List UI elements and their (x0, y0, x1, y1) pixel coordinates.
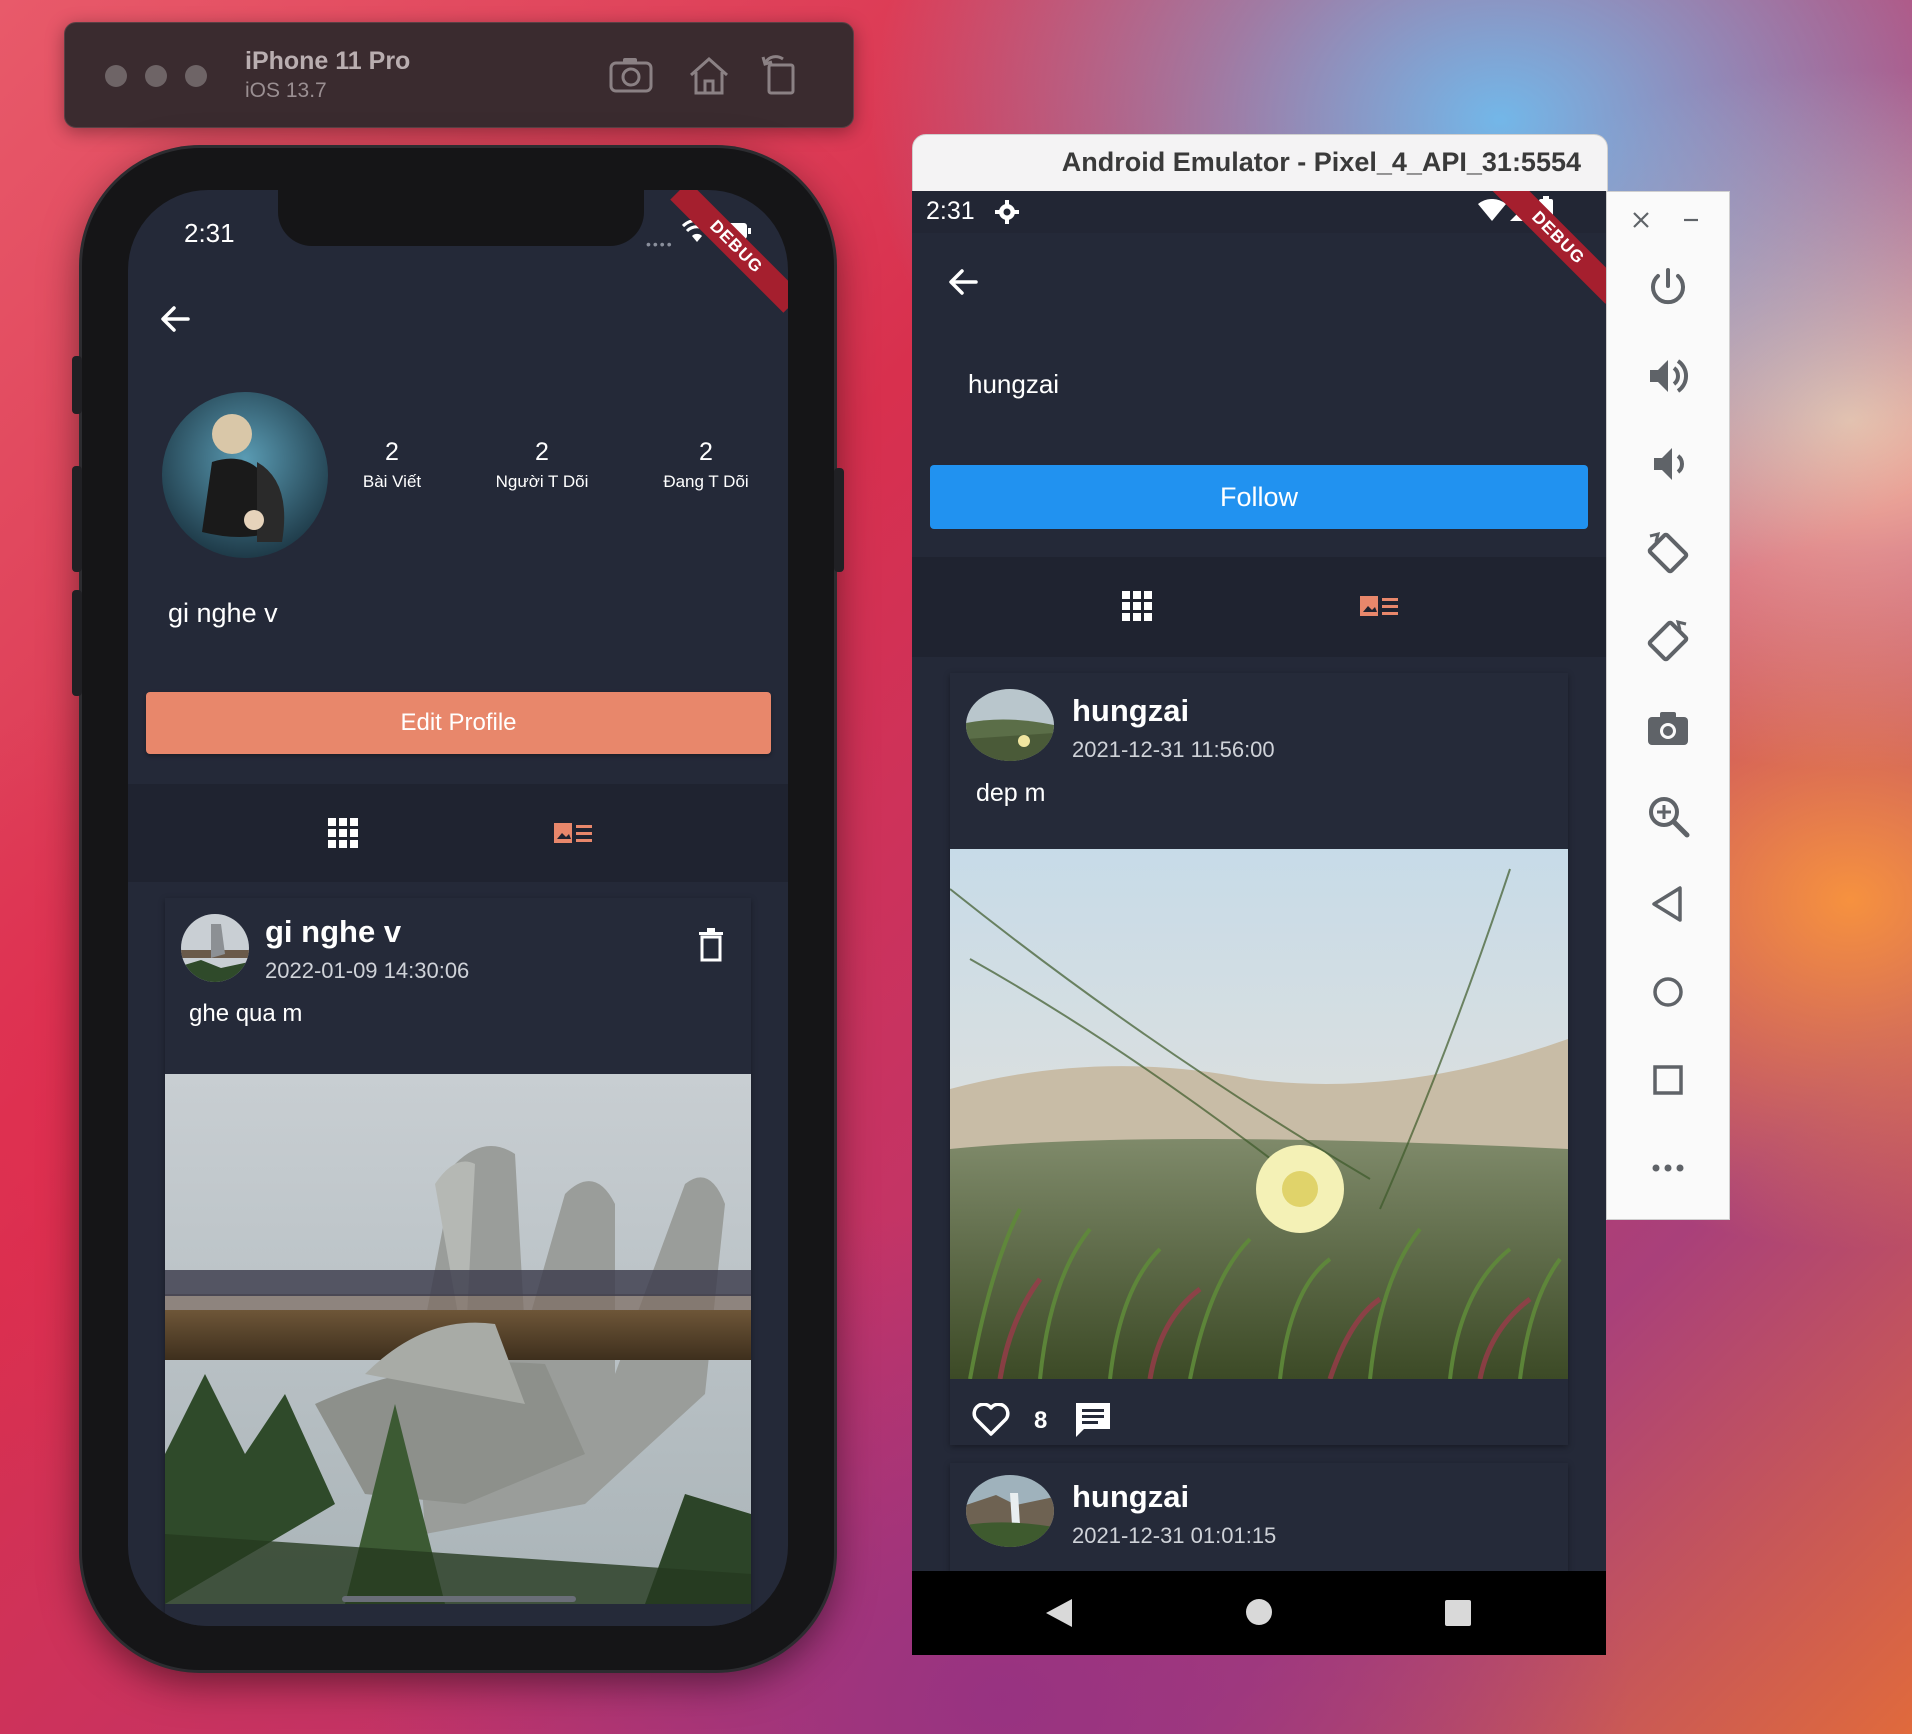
volume-up-icon[interactable] (1644, 352, 1692, 400)
window-zoom-dot[interactable] (185, 65, 207, 87)
volume-down-button (72, 590, 82, 696)
back-arrow-icon[interactable] (158, 302, 192, 336)
grid-view-tab-icon[interactable] (328, 818, 358, 848)
home-icon[interactable] (685, 51, 733, 99)
overview-icon[interactable] (1644, 1056, 1692, 1104)
zoom-icon[interactable] (1644, 792, 1692, 840)
android-nav-bar (912, 1571, 1606, 1655)
nav-overview-icon[interactable] (1444, 1599, 1472, 1627)
android-post-author-name-2: hungzai (1072, 1479, 1190, 1514)
post-timestamp: 2022-01-09 14:30:06 (265, 958, 470, 983)
list-view-tab-icon[interactable] (554, 822, 592, 844)
side-power-button (834, 468, 844, 572)
post-image[interactable] (165, 1074, 751, 1604)
home-circle-icon[interactable] (1644, 968, 1692, 1016)
stat-posts-label: Bài Viết (362, 472, 422, 491)
android-post-author-avatar[interactable] (966, 689, 1054, 761)
settings-gear-icon (995, 200, 1019, 224)
camera-icon[interactable] (1644, 704, 1692, 752)
like-count: 8 (1034, 1407, 1048, 1434)
ios-screen: 2:31 •••• DEBUG 2 Bài Viết 2 Người T Dõi… (128, 190, 788, 1626)
emulator-side-panel (1606, 191, 1730, 1220)
android-post-timestamp: 2021-12-31 11:56:00 (1072, 737, 1275, 762)
edit-profile-button[interactable]: Edit Profile (146, 692, 771, 754)
window-minimize-dot[interactable] (145, 65, 167, 87)
profile-avatar[interactable] (162, 392, 328, 558)
android-profile-name: hungzai (968, 369, 1060, 399)
android-grid-view-tab-icon[interactable] (1122, 591, 1152, 621)
android-screen: 2:31 DEBUG hungzai Follow hungzai 2021-1… (912, 191, 1606, 1655)
volume-up-button (72, 466, 82, 572)
android-post-timestamp-2: 2021-12-31 01:01:15 (1072, 1523, 1277, 1548)
android-post-author-avatar-2[interactable] (966, 1475, 1054, 1547)
rotate-right-icon[interactable] (1644, 616, 1692, 664)
window-close-dot[interactable] (105, 65, 127, 87)
profile-display-name: gi nghe v (168, 598, 278, 628)
android-profile-tab-bar (912, 557, 1606, 657)
post-card: gi nghe v 2022-01-09 14:30:06 ghe qua m (165, 898, 751, 1626)
like-heart-icon[interactable] (972, 1403, 1010, 1437)
back-icon[interactable] (1644, 880, 1692, 928)
android-post-image[interactable] (950, 849, 1568, 1379)
nav-home-icon[interactable] (1244, 1597, 1274, 1627)
volume-down-icon[interactable] (1644, 440, 1692, 488)
home-indicator (342, 1596, 576, 1602)
minimize-icon[interactable] (1681, 210, 1701, 230)
nav-back-icon[interactable] (1044, 1597, 1074, 1629)
android-list-view-tab-icon[interactable] (1360, 595, 1398, 617)
rotate-icon[interactable] (757, 51, 805, 99)
android-post-author-name: hungzai (1072, 693, 1190, 728)
android-window-title: Android Emulator - Pixel_4_API_31:5554 (1061, 147, 1581, 177)
stat-following-label: Đang T Dõi (663, 472, 749, 491)
android-post-card: hungzai 2021-12-31 11:56:00 dep m 8 (950, 673, 1568, 1445)
rotate-left-icon[interactable] (1644, 528, 1692, 576)
post-author-name: gi nghe v (265, 914, 402, 949)
more-icon[interactable] (1644, 1144, 1692, 1192)
status-time: 2:31 (184, 218, 235, 248)
close-icon[interactable] (1631, 210, 1651, 230)
post-caption: ghe qua m (189, 1000, 303, 1027)
follow-button[interactable]: Follow (930, 465, 1588, 529)
power-icon[interactable] (1644, 264, 1692, 312)
screenshot-icon[interactable] (607, 51, 655, 99)
android-wifi-icon (1478, 199, 1506, 221)
signal-dots-icon: •••• (646, 236, 674, 252)
delete-trash-icon[interactable] (697, 928, 725, 962)
profile-tab-bar (128, 784, 788, 882)
device-name: iPhone 11 Pro (245, 47, 411, 75)
stat-posts-count: 2 (385, 438, 399, 466)
stat-following-count: 2 (699, 438, 713, 466)
stat-followers-count: 2 (535, 438, 549, 466)
comment-icon[interactable] (1074, 1401, 1112, 1439)
os-version: iOS 13.7 (245, 79, 327, 102)
stat-followers-label: Người T Dõi (495, 472, 589, 491)
notch (278, 190, 644, 246)
android-back-arrow-icon[interactable] (946, 265, 980, 299)
android-status-time: 2:31 (926, 197, 975, 225)
android-emulator-title-bar: Android Emulator - Pixel_4_API_31:5554 (912, 134, 1608, 194)
mute-switch (72, 356, 82, 414)
post-author-avatar[interactable] (181, 914, 249, 982)
android-post-caption: dep m (976, 779, 1046, 807)
ios-simulator-toolbar: iPhone 11 Pro iOS 13.7 (64, 22, 854, 128)
